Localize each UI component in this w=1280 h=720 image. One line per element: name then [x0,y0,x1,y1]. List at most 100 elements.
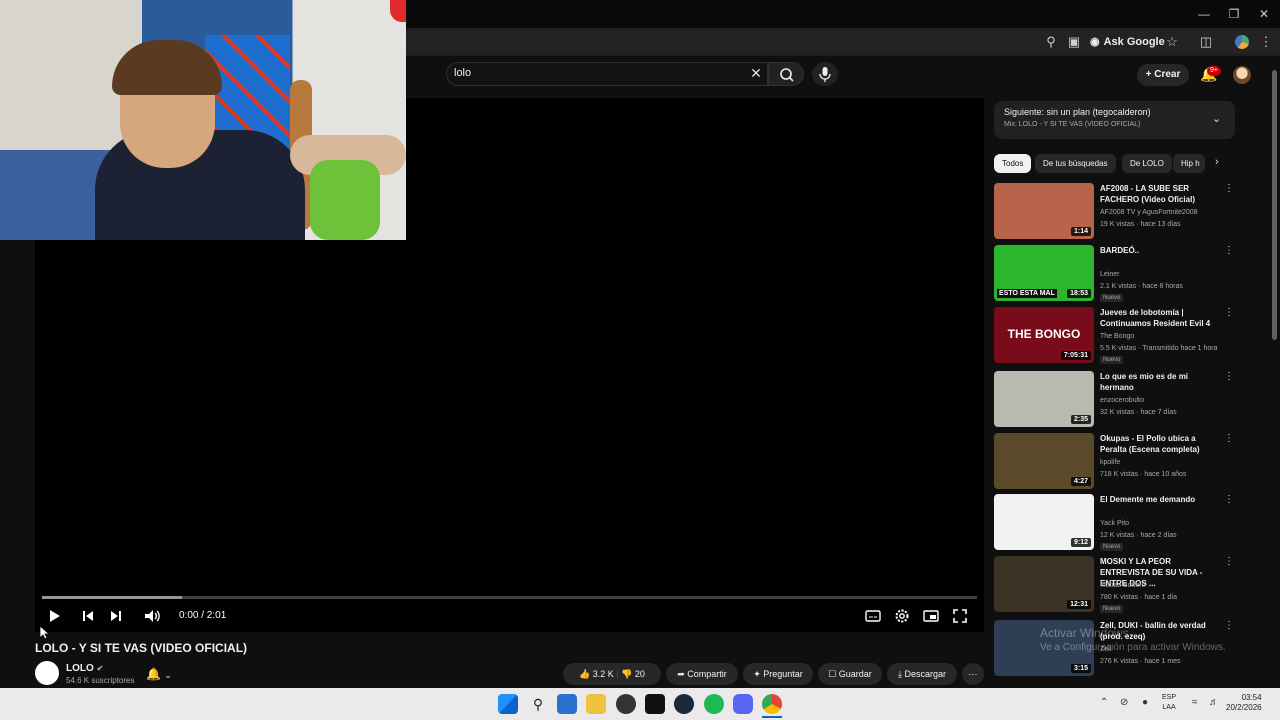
play-button[interactable] [44,606,64,626]
recommendation-item[interactable]: THE BONGO 7:05:31 Jueves de lobotomía | Co… [994,307,1234,365]
minimize-icon[interactable]: — [1194,6,1214,22]
file-explorer-icon[interactable] [586,694,606,714]
chip-todos[interactable]: Todos [994,154,1032,173]
recommendation-title[interactable]: BARDEÓ.. [1100,245,1215,256]
recommendation-stats: 718 K vistas · hace 10 años [1100,471,1187,478]
recommendation-channel[interactable]: kpolife [1100,459,1120,466]
extensions-icon[interactable]: ◫ [1198,34,1214,50]
recommendation-channel[interactable]: enzocerobulto [1100,397,1144,404]
mic-tray-icon[interactable]: ● [1142,697,1148,708]
store-icon[interactable] [557,694,577,714]
recommendation-title[interactable]: Jueves de lobotomía | Continuamos Reside… [1100,307,1215,329]
search-query: lolo [454,67,472,79]
save-button[interactable]: ☐ Guardar [818,663,882,685]
bookmark-star-icon[interactable]: ☆ [1164,34,1180,50]
cast-icon[interactable]: ▣ [1066,34,1082,50]
video-thumbnail[interactable]: 12:31 [994,556,1094,612]
video-thumbnail[interactable]: 4:27 [994,433,1094,489]
recommendation-item[interactable]: 2:35 Lo que es mio es de mi hermano enzoce… [994,371,1234,429]
speaker-icon[interactable]: ♬ [1209,697,1219,708]
recommendation-channel[interactable]: The Bongo [1100,333,1134,340]
more-vertical-icon[interactable]: ⋮ [1224,245,1234,256]
chrome-icon[interactable] [762,694,782,714]
recommendation-channel[interactable]: Yack Pito [1100,520,1129,527]
gear-icon [895,609,909,623]
language-indicator[interactable]: ESP LAA [1162,693,1176,713]
more-vertical-icon[interactable]: ⋮ [1224,494,1234,505]
obs-icon[interactable] [616,694,636,714]
more-vertical-icon[interactable]: ⋮ [1224,620,1234,631]
ask-google-button[interactable]: ◉ Ask Google [1090,33,1165,51]
new-badge: Nuevo [1100,356,1124,364]
more-vertical-icon[interactable]: ⋮ [1224,183,1234,194]
search-taskbar-icon[interactable]: ⚲ [528,694,548,714]
create-button[interactable]: + Crear [1137,64,1189,86]
recommendation-item[interactable]: 4:27 Okupas - El Pollo ubica a Peralta (E… [994,433,1234,491]
more-vertical-icon[interactable]: ⋮ [1224,433,1234,444]
more-vertical-icon[interactable]: ⋮ [1224,371,1234,382]
dislike-button[interactable]: 👎 20 [621,669,645,679]
fullscreen-button[interactable] [950,606,970,626]
video-thumbnail[interactable]: 2:35 [994,371,1094,427]
recommendation-channel[interactable]: AF2008 TV y AgusFortnite2008 [1100,209,1198,216]
scrollbar-thumb[interactable] [1272,70,1277,340]
recommendation-item[interactable]: ESTO ESTA MAL 18:53 BARDEÓ.. Leiner 2.1 K vi… [994,245,1234,303]
recommendation-title[interactable]: AF2008 - LA SUBE SER FACHERO (Video Ofic… [1100,183,1215,205]
tray-overflow-icon[interactable]: ⌃ [1100,697,1108,708]
close-window-icon[interactable]: ✕ [1254,6,1274,22]
taskbar-clock[interactable]: 03:54 20/2/2026 [1226,693,1262,713]
recommendation-item[interactable]: 1:14 AF2008 - LA SUBE SER FACHERO (Video … [994,183,1234,241]
video-thumbnail[interactable]: THE BONGO 7:05:31 [994,307,1094,363]
browser-menu-icon[interactable]: ⋮ [1258,34,1274,50]
account-avatar[interactable] [1233,66,1251,84]
microphone-icon [819,67,831,82]
no-connection-icon[interactable]: ⊘ [1120,697,1128,708]
channel-avatar[interactable] [35,661,59,685]
wifi-icon[interactable]: ≈ [1192,697,1198,708]
chip-hip-hop[interactable]: Hip h [1173,154,1205,173]
miniplayer-button[interactable] [921,606,941,626]
restore-icon[interactable]: ❐ [1224,6,1244,22]
spotify-icon[interactable] [704,694,724,714]
chip-de-lolo[interactable]: De LOLO [1122,154,1172,173]
steam-icon[interactable] [674,694,694,714]
download-button[interactable]: ⤓ Descargar [887,663,957,685]
progress-bar[interactable] [42,596,977,599]
recommendation-channel[interactable]: Leiner [1100,271,1119,278]
recommendation-channel[interactable]: Matías Bottero [1100,582,1146,589]
channel-name[interactable]: LOLO ✔ [66,663,103,674]
video-thumbnail[interactable]: 1:14 [994,183,1094,239]
recommendation-item[interactable]: 12:31 MOSKI Y LA PEOR ENTREVISTA DE SU VI… [994,556,1234,614]
more-actions-button[interactable]: ⋯ [962,663,984,685]
zoom-icon[interactable]: ⚲ [1043,34,1059,50]
windows-start-icon[interactable] [498,694,518,714]
chevron-right-icon[interactable]: › [1215,156,1219,168]
recommendation-title[interactable]: Okupas - El Pollo ubica a Peralta (Escen… [1100,433,1215,455]
recommendation-title[interactable]: El Demente me demando [1100,494,1215,505]
search-button[interactable] [768,62,804,86]
video-thumbnail[interactable]: ESTO ESTA MAL 18:53 [994,245,1094,301]
discord-icon[interactable] [733,694,753,714]
settings-button[interactable] [892,606,912,626]
profile-icon[interactable] [1235,35,1249,49]
clear-search-icon[interactable]: ✕ [749,66,763,80]
subtitles-button[interactable] [863,606,883,626]
voice-search-button[interactable] [812,62,838,86]
share-button[interactable]: ➦ Compartir [666,663,738,685]
chip-de-tus-busquedas[interactable]: De tus búsquedas [1035,154,1116,173]
more-vertical-icon[interactable]: ⋮ [1224,556,1234,567]
more-vertical-icon[interactable]: ⋮ [1224,307,1234,318]
ask-button[interactable]: ✦ Preguntar [743,663,813,685]
volume-button[interactable] [142,606,162,626]
subscription-bell-button[interactable]: 🔔 ⌄ [146,664,184,684]
recommendation-title[interactable]: Lo que es mio es de mi hermano [1100,371,1215,393]
next-button[interactable] [106,606,126,626]
search-input[interactable] [446,62,768,86]
recommendation-item[interactable]: 9:12 El Demente me demando Yack Pito 12 K v… [994,494,1234,552]
like-button[interactable]: 👍 3.2 K [579,669,616,679]
epic-games-icon[interactable] [645,694,665,714]
previous-button[interactable] [78,606,98,626]
video-thumbnail[interactable]: 9:12 [994,494,1094,550]
expand-chevron-icon[interactable]: ⌄ [1212,112,1221,125]
recommendation-stats: 276 K vistas · hace 1 mes [1100,658,1181,665]
